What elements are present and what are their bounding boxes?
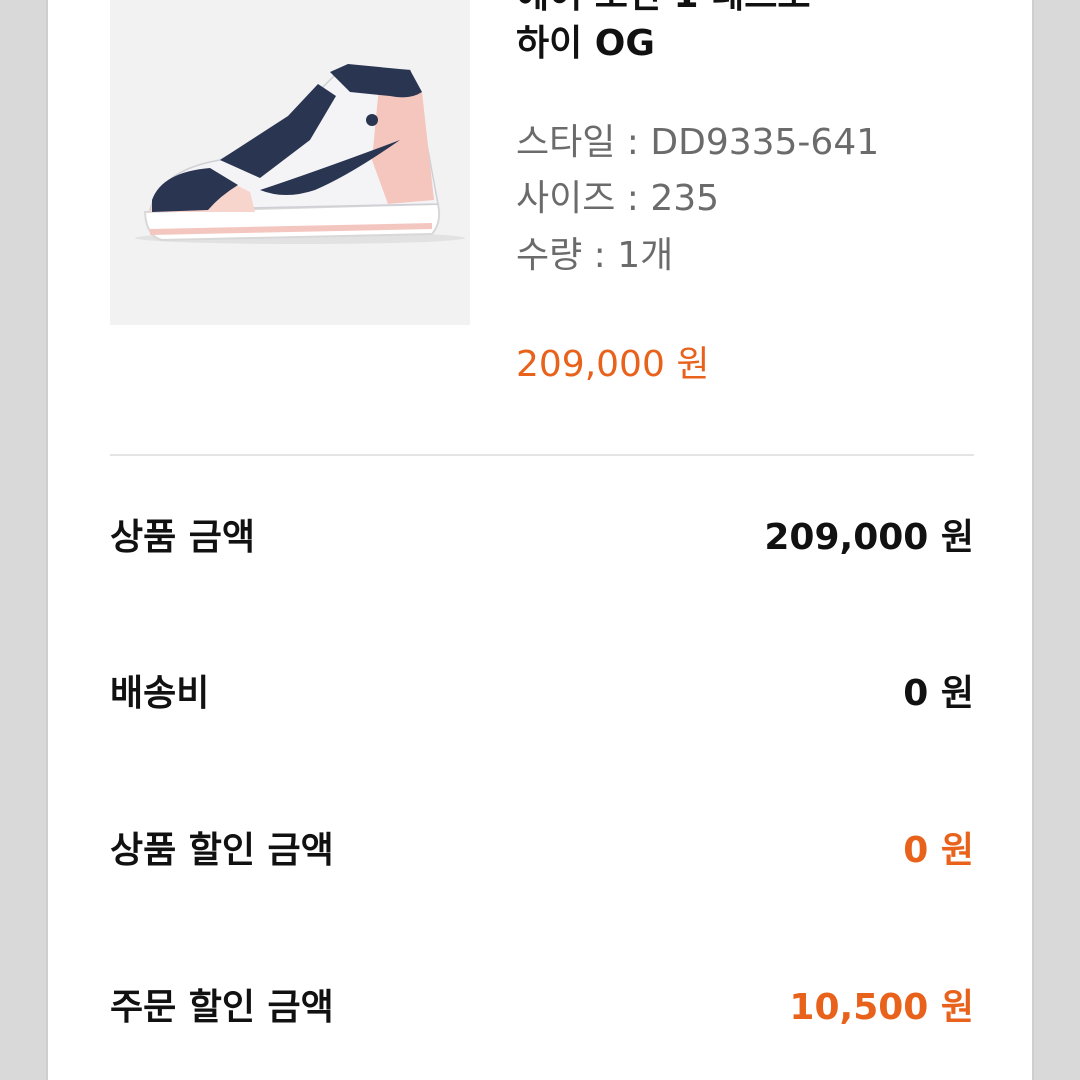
summary-label: 상품 할인 금액 [110, 830, 334, 871]
order-detail-card: 에어 조던 1 레트로 하이 OG 스타일 : DD9335-641 사이즈 :… [46, 0, 1034, 1080]
product-image[interactable] [110, 0, 470, 325]
summary-value: 10,500 원 [789, 987, 974, 1028]
product-quantity: 수량 : 1개 [516, 235, 674, 276]
summary-value: 0 원 [903, 673, 974, 714]
summary-label: 배송비 [110, 673, 210, 714]
product-style: 스타일 : DD9335-641 [516, 122, 880, 163]
summary-value: 209,000 원 [764, 517, 974, 558]
product-price: 209,000 원 [516, 344, 710, 385]
summary-label: 주문 할인 금액 [110, 987, 334, 1028]
product-title[interactable]: 하이 OG [516, 22, 655, 66]
summary-row-product-discount: 상품 할인 금액 0 원 [110, 826, 974, 876]
summary-row-product-amount: 상품 금액 209,000 원 [110, 513, 974, 563]
summary-row-shipping-fee: 배송비 0 원 [110, 669, 974, 719]
summary-label: 상품 금액 [110, 517, 256, 558]
sneaker-icon [135, 64, 465, 244]
summary-value: 0 원 [903, 830, 974, 871]
product-size: 사이즈 : 235 [516, 178, 720, 219]
section-divider [110, 454, 974, 456]
product-title-clipped: 에어 조던 1 레트로 [516, 0, 811, 18]
summary-row-order-discount: 주문 할인 금액 10,500 원 [110, 983, 974, 1033]
